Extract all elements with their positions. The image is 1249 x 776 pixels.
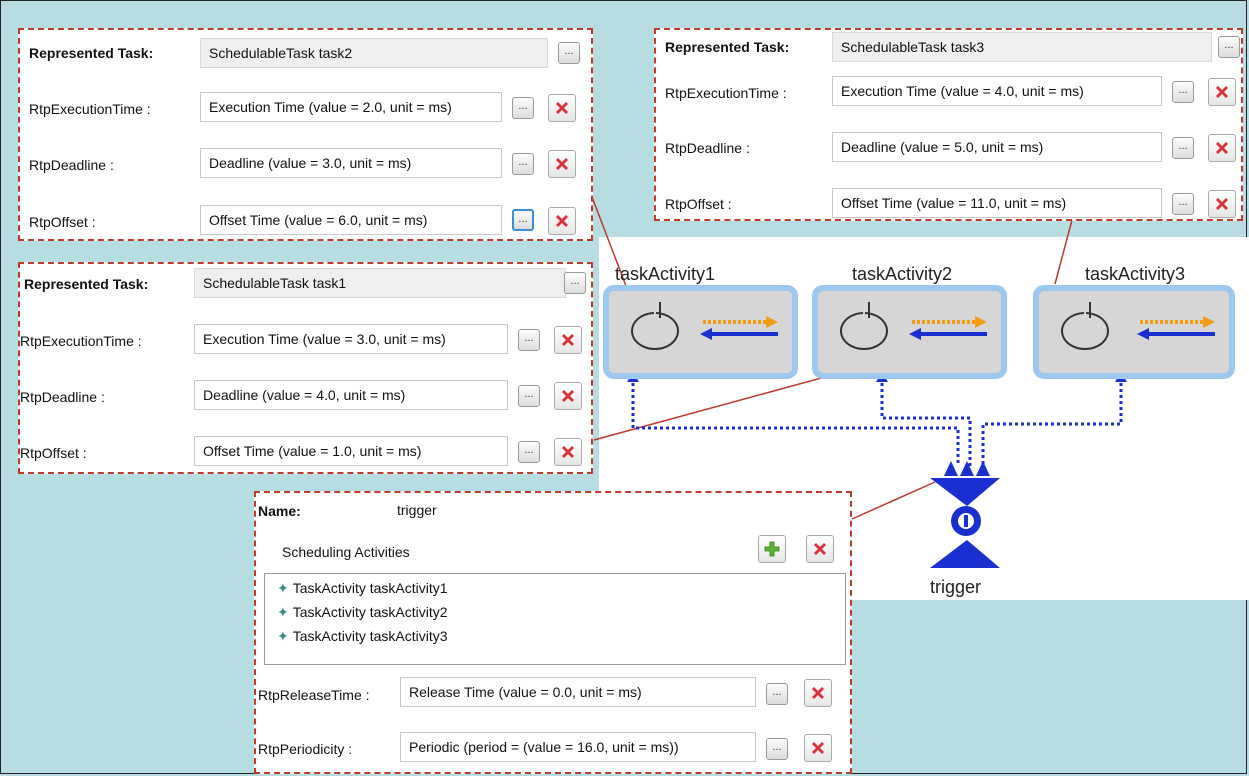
activity-label-3: taskActivity3 — [1085, 264, 1186, 284]
offset-field[interactable]: Offset Time (value = 1.0, unit = ms) — [194, 436, 508, 466]
browse-exec-time-button[interactable]: ... — [512, 97, 534, 119]
browse-exec-time-button[interactable]: ... — [1172, 81, 1194, 103]
browse-exec-time-button[interactable]: ... — [518, 329, 540, 351]
offset-label: RtpOffset : — [29, 214, 96, 230]
scheduling-activities-label: Scheduling Activities — [282, 544, 410, 560]
delete-icon — [556, 215, 568, 227]
delete-offset-button[interactable] — [554, 438, 582, 466]
list-item[interactable]: ✦ TaskActivity taskActivity2 — [277, 604, 448, 621]
browse-offset-button[interactable]: ... — [1172, 193, 1194, 215]
delete-release-time-button[interactable] — [804, 679, 832, 707]
delete-icon — [1216, 198, 1228, 210]
task-activity-node-3 — [1033, 285, 1235, 379]
deadline-field[interactable]: Deadline (value = 5.0, unit = ms) — [832, 132, 1162, 162]
trigger-label: trigger — [930, 577, 982, 597]
browse-periodicity-button[interactable]: ... — [766, 738, 788, 760]
list-item[interactable]: ✦ TaskActivity taskActivity1 — [277, 580, 448, 597]
represented-task-field[interactable]: SchedulableTask task3 — [832, 32, 1212, 62]
deadline-label: RtpDeadline : — [665, 140, 750, 156]
task3-properties-panel: Represented Task: SchedulableTask task3 … — [654, 28, 1243, 221]
activity-icon: ✦ — [277, 604, 289, 620]
delete-periodicity-button[interactable] — [804, 734, 832, 762]
release-time-label: RtpReleaseTime : — [258, 687, 370, 703]
delete-offset-button[interactable] — [1208, 190, 1236, 218]
deadline-label: RtpDeadline : — [20, 389, 105, 405]
deadline-label: RtpDeadline : — [29, 157, 114, 173]
delete-exec-time-button[interactable] — [1208, 78, 1236, 106]
exec-time-field[interactable]: Execution Time (value = 4.0, unit = ms) — [832, 76, 1162, 106]
offset-field[interactable]: Offset Time (value = 6.0, unit = ms) — [200, 205, 502, 235]
offset-label: RtpOffset : — [20, 445, 87, 461]
add-icon — [764, 541, 780, 557]
delete-icon — [1216, 86, 1228, 98]
deadline-field[interactable]: Deadline (value = 3.0, unit = ms) — [200, 148, 502, 178]
browse-offset-button[interactable]: ... — [512, 209, 534, 231]
name-label: Name: — [258, 503, 301, 519]
browse-represented-task-button[interactable]: ... — [564, 272, 586, 294]
browse-deadline-button[interactable]: ... — [518, 385, 540, 407]
browse-deadline-button[interactable]: ... — [1172, 137, 1194, 159]
represented-task-label: Represented Task: — [665, 39, 790, 55]
activity-label-2: taskActivity2 — [852, 264, 953, 284]
remove-activity-button[interactable] — [806, 535, 834, 563]
browse-offset-button[interactable]: ... — [518, 441, 540, 463]
browse-release-time-button[interactable]: ... — [766, 683, 788, 705]
delete-offset-button[interactable] — [548, 207, 576, 235]
delete-icon — [562, 446, 574, 458]
delete-exec-time-button[interactable] — [548, 94, 576, 122]
exec-time-field[interactable]: Execution Time (value = 3.0, unit = ms) — [194, 324, 508, 354]
delete-deadline-button[interactable] — [554, 382, 582, 410]
release-time-field[interactable]: Release Time (value = 0.0, unit = ms) — [400, 677, 756, 707]
task1-properties-panel: Represented Task: SchedulableTask task1 … — [18, 262, 593, 474]
periodicity-field[interactable]: Periodic (period = (value = 16.0, unit =… — [400, 732, 756, 762]
delete-icon — [814, 543, 826, 555]
browse-represented-task-button[interactable]: ... — [1218, 36, 1240, 58]
delete-icon — [812, 742, 824, 754]
add-activity-button[interactable] — [758, 535, 786, 563]
delete-icon — [556, 102, 568, 114]
delete-icon — [562, 390, 574, 402]
browse-represented-task-button[interactable]: ... — [558, 42, 580, 64]
browse-deadline-button[interactable]: ... — [512, 153, 534, 175]
list-item[interactable]: ✦ TaskActivity taskActivity3 — [277, 628, 448, 645]
name-field[interactable]: trigger — [388, 495, 848, 525]
offset-field[interactable]: Offset Time (value = 11.0, unit = ms) — [832, 188, 1162, 218]
exec-time-label: RtpExecutionTime : — [20, 333, 142, 349]
offset-label: RtpOffset : — [665, 196, 732, 212]
deadline-field[interactable]: Deadline (value = 4.0, unit = ms) — [194, 380, 508, 410]
activity-icon: ✦ — [277, 628, 289, 644]
represented-task-field[interactable]: SchedulableTask task1 — [194, 268, 566, 298]
delete-icon — [1216, 142, 1228, 154]
activity-label-1: taskActivity1 — [615, 264, 716, 284]
scheduling-activities-list[interactable]: ✦ TaskActivity taskActivity1 ✦ TaskActivit… — [264, 573, 846, 665]
task2-properties-panel: Represented Task: SchedulableTask task2 … — [18, 28, 593, 241]
activity-icon: ✦ — [277, 580, 289, 596]
task-activity-node-1 — [603, 285, 798, 379]
exec-time-label: RtpExecutionTime : — [665, 85, 787, 101]
delete-deadline-button[interactable] — [548, 150, 576, 178]
delete-deadline-button[interactable] — [1208, 134, 1236, 162]
delete-icon — [556, 158, 568, 170]
delete-icon — [812, 687, 824, 699]
represented-task-label: Represented Task: — [29, 45, 154, 61]
exec-time-field[interactable]: Execution Time (value = 2.0, unit = ms) — [200, 92, 502, 122]
delete-icon — [562, 334, 574, 346]
periodicity-label: RtpPeriodicity : — [258, 741, 353, 757]
represented-task-label: Represented Task: — [24, 276, 149, 292]
delete-exec-time-button[interactable] — [554, 326, 582, 354]
represented-task-field[interactable]: SchedulableTask task2 — [200, 38, 548, 68]
trigger-properties-panel: Name: trigger Scheduling Activities ✦ Tas… — [254, 491, 852, 774]
exec-time-label: RtpExecutionTime : — [29, 101, 151, 117]
task-activity-node-2 — [812, 285, 1007, 379]
